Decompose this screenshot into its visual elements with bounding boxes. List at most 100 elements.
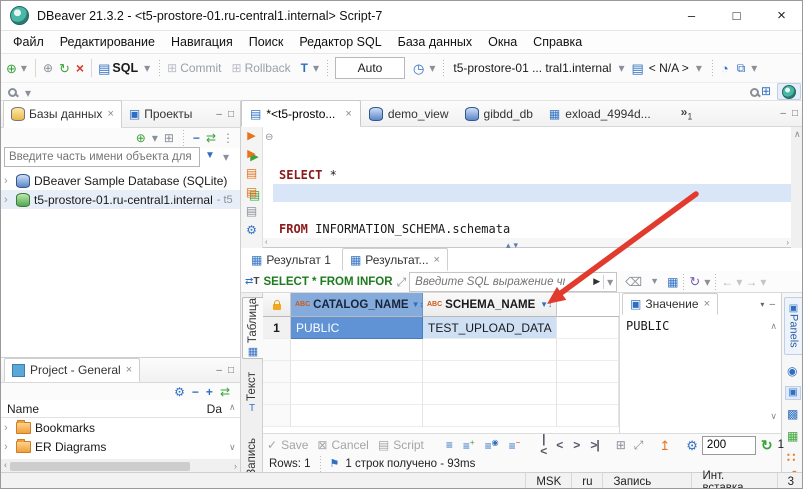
tab-value[interactable]: ▣ Значение × bbox=[622, 293, 718, 315]
filter-expand-icon[interactable]: ⤢ bbox=[397, 276, 407, 288]
value-panel-menu-icon[interactable]: ▾ bbox=[760, 300, 764, 309]
value-viewer-panel-icon[interactable]: ▣ bbox=[785, 386, 801, 400]
results-grid[interactable]: ABC CATALOG_NAME ▼↕ ABC SCHEMA_NAME ▼↕ 1… bbox=[263, 293, 619, 433]
sql-editor-button[interactable]: SQL bbox=[112, 61, 138, 75]
project-maximize-icon[interactable]: □ bbox=[228, 365, 234, 376]
maximize-button[interactable]: □ bbox=[714, 1, 759, 30]
project-link-icon[interactable]: ⇄ bbox=[220, 386, 230, 398]
editor-hscrollbar[interactable]: › › bbox=[263, 238, 791, 247]
project-hscrollbar[interactable]: › › bbox=[1, 459, 240, 473]
diagram-dropdown-icon[interactable]: ▾ bbox=[751, 62, 757, 74]
cell-schema-name[interactable]: TEST_UPLOAD_DATA bbox=[423, 317, 557, 339]
results-settings-gear-icon[interactable]: ⚙ bbox=[686, 439, 698, 452]
project-expand-icon[interactable]: + bbox=[206, 386, 213, 398]
record-mode-indicator[interactable]: Запись bbox=[602, 473, 691, 489]
project-collapse-icon[interactable]: − bbox=[192, 386, 199, 398]
tree-item-t5-connection[interactable]: › t5-prostore-01.ru-central1.internal - … bbox=[1, 190, 240, 209]
value-tab-close-icon[interactable]: × bbox=[704, 298, 710, 310]
editor-settings-gear-icon[interactable]: ⚙ bbox=[246, 224, 257, 236]
value-vscroll-down-icon[interactable]: ∨ bbox=[770, 411, 777, 422]
connection-selector[interactable]: t5-prostore-01 ... tral1.internal bbox=[453, 61, 611, 75]
tab-result-1[interactable]: ▦ Результат 1 bbox=[244, 249, 338, 270]
search-icon[interactable] bbox=[8, 88, 17, 97]
tree-item-sample-database[interactable]: › DBeaver Sample Database (SQLite) bbox=[1, 171, 240, 190]
menu-database[interactable]: База данных bbox=[390, 35, 480, 49]
quick-search-icon[interactable] bbox=[750, 88, 759, 97]
project-col-name[interactable]: Name bbox=[7, 402, 39, 416]
database-selector-dropdown-icon[interactable]: ▾ bbox=[696, 62, 702, 74]
project-tab-close-icon[interactable]: × bbox=[126, 364, 132, 376]
minimize-button[interactable]: – bbox=[669, 1, 714, 30]
view-menu-icon[interactable]: ⋮ bbox=[222, 132, 234, 144]
project-minimize-icon[interactable]: – bbox=[216, 365, 222, 376]
collapse-all-icon[interactable]: − bbox=[193, 132, 200, 144]
rollback-button[interactable]: Rollback bbox=[245, 61, 291, 75]
nav-forward-icon[interactable]: → bbox=[745, 276, 757, 288]
sql-script-tab-close-icon[interactable]: × bbox=[345, 108, 351, 120]
last-row-icon[interactable]: >| bbox=[590, 439, 598, 451]
filter-expression-input[interactable] bbox=[413, 275, 567, 289]
tree-item-bookmarks[interactable]: › Bookmarks bbox=[1, 418, 240, 437]
tab-demo-view[interactable]: demo_view bbox=[361, 101, 457, 126]
tab-overflow-button[interactable]: »1 bbox=[681, 105, 693, 121]
tab-gibdd-db[interactable]: gibdd_db bbox=[457, 101, 541, 126]
value-content[interactable]: PUBLIC bbox=[620, 315, 781, 337]
close-button[interactable]: × bbox=[759, 1, 803, 30]
fetch-page-icon[interactable]: ⊞ bbox=[616, 439, 626, 451]
tab-project-general[interactable]: Project - General × bbox=[4, 358, 140, 382]
execute-script-icon[interactable]: ▤ bbox=[246, 167, 257, 179]
grouping-panel-icon[interactable]: ∷ bbox=[787, 451, 795, 464]
add-row-icon[interactable]: ≡+ bbox=[463, 439, 475, 452]
project-col-date[interactable]: Da bbox=[207, 402, 222, 416]
explain-plan-icon[interactable]: ▤ bbox=[246, 205, 257, 217]
column-filter-sort-icon[interactable]: ▼↕ bbox=[540, 300, 552, 309]
cursor-position[interactable]: 3 bbox=[777, 473, 803, 489]
nav-new-connection-dropdown-icon[interactable]: ▾ bbox=[152, 132, 158, 144]
metadata-panel-icon[interactable]: ◉ bbox=[787, 365, 797, 377]
timezone-indicator[interactable]: MSK bbox=[525, 473, 571, 489]
link-editor-icon[interactable]: ⇄ bbox=[206, 132, 216, 144]
search-dropdown-icon[interactable]: ▾ bbox=[25, 87, 31, 99]
tab-projects[interactable]: ▣ Проекты bbox=[122, 101, 200, 127]
nav-new-folder-icon[interactable]: ⊞ bbox=[164, 132, 174, 144]
aggregate-panel-icon[interactable]: ▩ bbox=[787, 408, 798, 420]
dbeaver-perspective-button[interactable] bbox=[777, 83, 801, 100]
execute-script-new-icon[interactable]: ▤ bbox=[246, 186, 257, 198]
editor-vscroll-up-icon[interactable]: ∧ bbox=[794, 129, 801, 140]
sql-dropdown-icon[interactable]: ▾ bbox=[144, 62, 150, 74]
editor-vscrollbar[interactable]: ∧ bbox=[791, 127, 803, 248]
menu-file[interactable]: Файл bbox=[5, 35, 52, 49]
auto-commit-combo[interactable]: Auto bbox=[335, 57, 405, 79]
column-header-catalog-name[interactable]: ABC CATALOG_NAME ▼↕ bbox=[291, 293, 423, 317]
tab-databases[interactable]: Базы данных × bbox=[3, 100, 122, 128]
tree-item-er-diagrams[interactable]: › ER Diagrams bbox=[1, 437, 240, 456]
transaction-dropdown-icon[interactable]: ▾ bbox=[313, 62, 319, 74]
fetch-size-input[interactable] bbox=[702, 436, 756, 455]
execute-new-tab-icon[interactable]: ▶ bbox=[247, 149, 255, 160]
hscroll-right-icon[interactable]: › bbox=[231, 461, 240, 471]
erase-filter-icon[interactable]: ⌫ bbox=[625, 276, 642, 288]
object-filter-input[interactable] bbox=[4, 147, 200, 167]
connection-selector-dropdown-icon[interactable]: ▾ bbox=[618, 62, 624, 74]
execute-statement-icon[interactable]: ▶ bbox=[247, 131, 255, 142]
history-dropdown-icon[interactable]: ▾ bbox=[429, 62, 435, 74]
delete-row-icon[interactable]: ≡− bbox=[509, 439, 521, 452]
first-row-icon[interactable]: |< bbox=[540, 433, 546, 457]
cell-empty[interactable] bbox=[557, 317, 619, 339]
history-icon[interactable]: ◷ bbox=[413, 62, 424, 75]
er-diagram-icon[interactable]: ⧉ bbox=[737, 62, 746, 74]
new-connection-icon[interactable]: ⊕ bbox=[6, 62, 17, 75]
expand-chevron-icon[interactable]: › bbox=[4, 441, 12, 453]
tab-sql-script[interactable]: ▤ *<t5-prosto... × bbox=[241, 100, 361, 127]
prev-row-icon[interactable]: < bbox=[556, 439, 563, 451]
databases-tab-close-icon[interactable]: × bbox=[107, 108, 113, 120]
column-header-schema-name[interactable]: ABC SCHEMA_NAME ▼↕ bbox=[423, 293, 557, 317]
panel-minimize-icon[interactable]: – bbox=[216, 109, 222, 120]
filter-settings-grid-icon[interactable]: ▦ bbox=[667, 276, 678, 288]
panel-maximize-icon[interactable]: □ bbox=[228, 109, 234, 120]
apply-filter-icon[interactable]: ▶ bbox=[593, 277, 600, 286]
editor-minimize-icon[interactable]: – bbox=[780, 108, 786, 119]
expand-chevron-icon[interactable]: › bbox=[4, 175, 12, 187]
menu-search[interactable]: Поиск bbox=[241, 35, 292, 49]
filter-history-dropdown-icon[interactable]: ▾ bbox=[607, 276, 613, 288]
